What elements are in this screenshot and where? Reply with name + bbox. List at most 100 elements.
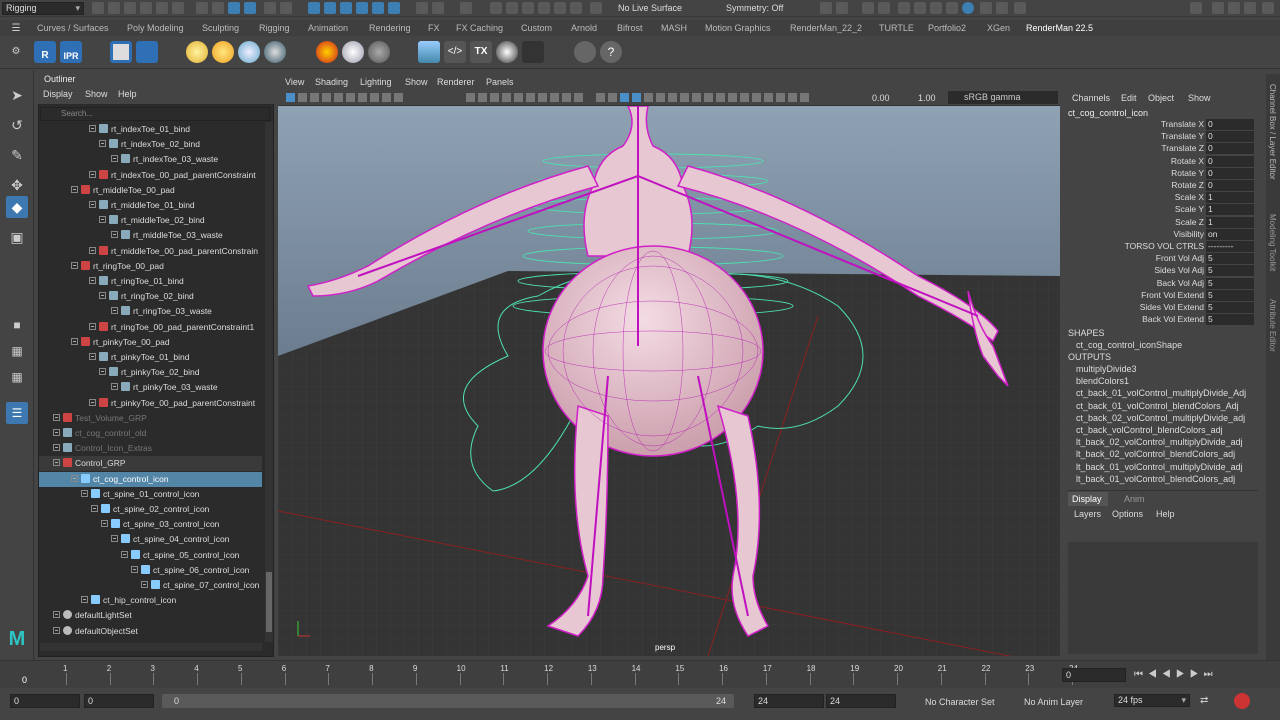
render-settings-icon[interactable] <box>522 2 534 14</box>
shelf-tab[interactable]: RenderMan_22_2 <box>790 23 862 33</box>
outliner-item[interactable]: rt_middleToe_00_pad <box>39 183 262 198</box>
modeling-toolkit-side-tab[interactable]: Modeling Toolkit <box>1268 214 1277 271</box>
channel-row[interactable]: Sides Vol Adj 5 <box>1064 265 1260 277</box>
render-view-icon[interactable] <box>962 2 974 14</box>
expand-icon[interactable] <box>53 459 60 467</box>
env-light-icon[interactable] <box>238 41 260 63</box>
render-sequence-icon[interactable] <box>136 41 158 63</box>
expand-icon[interactable] <box>71 337 78 345</box>
renderman-render-icon[interactable]: R <box>34 41 56 63</box>
channel-row[interactable]: Rotate X0 <box>1064 155 1260 168</box>
shelf-tab[interactable]: FX <box>428 23 440 33</box>
scale-tool-icon[interactable]: ▣ <box>6 226 28 248</box>
viewport-tool-icon[interactable] <box>668 93 677 102</box>
outliner-item[interactable]: rt_middleToe_00_pad_parentConstrain <box>39 244 262 259</box>
expand-icon[interactable] <box>99 292 106 300</box>
render-icon[interactable] <box>996 2 1008 14</box>
channel-value[interactable]: 0 <box>1206 180 1254 191</box>
expand-icon[interactable] <box>89 170 96 178</box>
viewport-menu-lighting[interactable]: Lighting <box>360 77 392 87</box>
outliner-item[interactable]: ct_spine_06_control_icon <box>39 563 262 578</box>
shelf-tab[interactable]: Custom <box>521 23 552 33</box>
anim-tab[interactable]: Anim <box>1124 494 1145 504</box>
playback-start-field[interactable]: 0 <box>84 694 154 708</box>
four-pane-icon[interactable]: ▦ <box>6 340 28 362</box>
shelf-tab[interactable]: Bifrost <box>617 23 643 33</box>
viewport-tool-icon[interactable] <box>334 93 343 102</box>
viewport-menu-view[interactable]: View <box>285 77 304 87</box>
viewport-tool-icon[interactable] <box>716 93 725 102</box>
shelf-tab[interactable]: Rigging <box>259 23 290 33</box>
outliner-item[interactable]: rt_middleToe_02_bind <box>39 213 262 228</box>
channel-value[interactable]: 5 <box>1206 253 1254 265</box>
shelf-tab-active[interactable]: RenderMan 22.5 <box>1026 23 1093 33</box>
construction-history-icon[interactable] <box>460 2 472 14</box>
expand-icon[interactable] <box>89 322 96 330</box>
expand-icon[interactable] <box>89 125 96 132</box>
viewport-tool-icon[interactable] <box>358 93 367 102</box>
outliner-item[interactable]: rt_middleToe_03_waste <box>39 228 262 243</box>
display-tab[interactable]: Display <box>1068 492 1108 506</box>
viewport-tool-icon[interactable] <box>310 93 319 102</box>
fps-dropdown[interactable]: 24 fps <box>1114 694 1190 707</box>
channel-row[interactable]: Scale Y1 <box>1064 204 1260 216</box>
viewport-tool-icon[interactable] <box>286 93 295 102</box>
channel-box-side-tab[interactable]: Channel Box / Layer Editor <box>1268 84 1277 180</box>
shelf-options-icon[interactable]: ⚙ <box>10 41 22 63</box>
snap-icon-6[interactable] <box>372 2 384 14</box>
viewport-tool-icon[interactable] <box>322 93 331 102</box>
layout-icon[interactable]: ▦ <box>6 366 28 388</box>
snap-surface-icon[interactable] <box>340 2 352 14</box>
output-node[interactable]: lt_back_01_volControl_multiplyDivide_adj <box>1076 462 1243 472</box>
help-icon[interactable]: ? <box>600 41 622 63</box>
shelf-tab[interactable]: Portfolio2 <box>928 23 966 33</box>
expand-icon[interactable] <box>99 368 106 376</box>
channel-row[interactable]: TORSO VOL CTRLS --------- <box>1064 241 1260 253</box>
shelf-tab[interactable]: Arnold <box>571 23 597 33</box>
outliner-item[interactable]: rt_pinkyToe_00_pad_parentConstraint <box>39 396 262 411</box>
shelf-tab[interactable]: MASH <box>661 23 687 33</box>
viewport-tool-icon[interactable] <box>394 93 403 102</box>
viewport-tool-icon[interactable] <box>466 93 475 102</box>
snap-view-icon[interactable] <box>356 2 368 14</box>
output-node[interactable]: ct_back_01_volControl_blendColors_Adj <box>1076 401 1239 411</box>
expand-icon[interactable] <box>89 277 96 284</box>
viewport-tool-icon[interactable] <box>788 93 797 102</box>
outliner-item[interactable]: rt_pinkyToe_01_bind <box>39 350 262 365</box>
shelf-tab[interactable]: Rendering <box>369 23 411 33</box>
viewport-tool-icon[interactable] <box>370 93 379 102</box>
light-editor-icon[interactable] <box>570 2 582 14</box>
outliner-item[interactable]: ct_spine_02_control_icon <box>39 502 262 517</box>
viewport-tool-icon[interactable] <box>632 93 641 102</box>
output-node[interactable]: blendColors1 <box>1076 376 1129 386</box>
viewport-tool-icon[interactable] <box>764 93 773 102</box>
shelf-tab[interactable]: Curves / Surfaces <box>37 23 109 33</box>
perspective-viewport[interactable]: persp <box>278 106 1060 656</box>
expand-icon[interactable] <box>99 216 106 224</box>
shelf-tab[interactable]: Poly Modeling <box>127 23 184 33</box>
shelf-tab[interactable]: FX Caching <box>456 23 503 33</box>
channel-value[interactable]: 5 <box>1206 277 1254 289</box>
shape-node[interactable]: ct_cog_control_iconShape <box>1076 340 1182 350</box>
channel-row[interactable]: Front Vol Adj 5 <box>1064 253 1260 265</box>
channel-value[interactable]: 5 <box>1206 289 1254 301</box>
outliner-item[interactable]: rt_pinkyToe_02_bind <box>39 365 262 380</box>
expand-icon[interactable] <box>131 565 138 573</box>
expand-icon[interactable] <box>89 201 96 208</box>
outliner-item[interactable]: ct_spine_04_control_icon <box>39 532 262 547</box>
channel-row[interactable]: Translate Y0 <box>1064 131 1260 143</box>
select-tool-icon[interactable]: ➤ <box>6 84 28 106</box>
snap-grid-icon[interactable] <box>264 2 276 14</box>
history-icon[interactable] <box>416 2 428 14</box>
outliner-item[interactable]: rt_ringToe_00_pad_parentConstraint1 <box>39 320 262 335</box>
snap-curve-icon[interactable] <box>280 2 292 14</box>
workspace-icon-3[interactable] <box>1244 2 1256 14</box>
save-scene-icon[interactable] <box>140 2 152 14</box>
outliner-menu-help[interactable]: Help <box>118 89 137 99</box>
workspace-icon-1[interactable] <box>1212 2 1224 14</box>
outliner-item[interactable]: rt_middleToe_01_bind <box>39 198 262 213</box>
channel-row[interactable]: Back Vol Extend 5 <box>1064 314 1260 326</box>
ipr-render-icon[interactable] <box>506 2 518 14</box>
channel-value[interactable]: 0 <box>1206 143 1254 155</box>
select-hierarchy-icon[interactable] <box>196 2 208 14</box>
